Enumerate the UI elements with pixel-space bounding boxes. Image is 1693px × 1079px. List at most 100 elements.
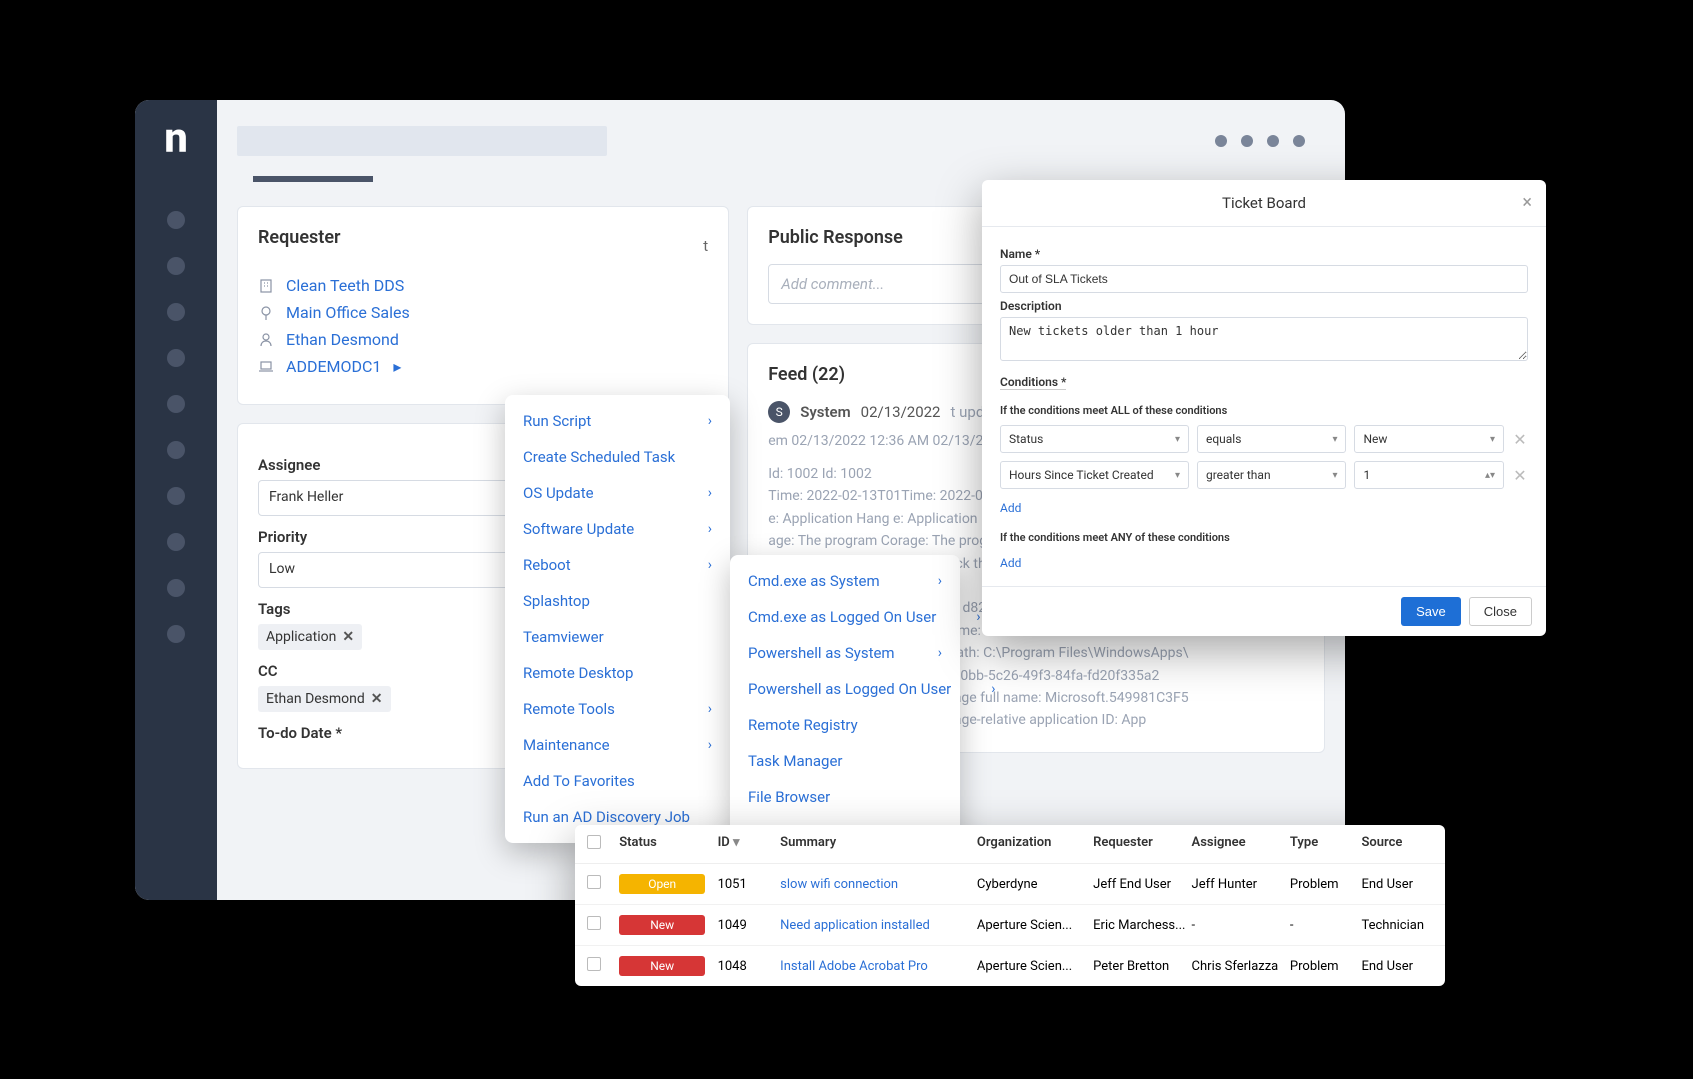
add-condition-any-link[interactable]: Add: [1000, 556, 1021, 570]
remove-icon[interactable]: ✕: [371, 691, 383, 707]
laptop-icon: [258, 359, 274, 375]
menu-item-label: Create Scheduled Task: [523, 448, 675, 466]
condition-val-select[interactable]: New ▾: [1354, 425, 1504, 453]
select-all-checkbox[interactable]: [587, 835, 601, 849]
description-input[interactable]: New tickets older than 1 hour: [1000, 317, 1528, 361]
menu-item-label: Splashtop: [523, 592, 590, 610]
chevron-right-icon: ›: [708, 737, 712, 753]
menu-item[interactable]: Teamviewer: [505, 619, 730, 655]
submenu-item[interactable]: File Browser: [730, 779, 960, 815]
cc-chip[interactable]: Ethan Desmond✕: [258, 686, 391, 712]
close-button[interactable]: Close: [1469, 597, 1532, 626]
menu-item[interactable]: Software Update›: [505, 511, 730, 547]
col-organization[interactable]: Organization: [977, 835, 1093, 853]
col-status[interactable]: Status: [619, 835, 717, 853]
nav-item[interactable]: [167, 211, 185, 229]
condition-val-input[interactable]: 1▴▾: [1354, 461, 1504, 489]
menu-item[interactable]: Splashtop: [505, 583, 730, 619]
condition-op-select[interactable]: greater than▾: [1197, 461, 1347, 489]
tag-chip[interactable]: Application✕: [258, 624, 362, 650]
menu-item-label: File Browser: [748, 788, 830, 806]
nav-item[interactable]: [167, 487, 185, 505]
menu-item[interactable]: Remote Tools›: [505, 691, 730, 727]
ticket-summary-link[interactable]: slow wifi connection: [780, 877, 977, 892]
feed-date: 02/13/2022: [861, 403, 941, 421]
row-checkbox[interactable]: [587, 957, 601, 971]
name-input[interactable]: [1000, 265, 1528, 293]
nav-item[interactable]: [167, 625, 185, 643]
chevron-right-icon: ›: [708, 701, 712, 717]
menu-item[interactable]: Add To Favorites: [505, 763, 730, 799]
stepper-icon[interactable]: ▴▾: [1485, 470, 1495, 481]
ticket-table: Status ID ▾ Summary Organization Request…: [575, 825, 1445, 986]
row-checkbox[interactable]: [587, 875, 601, 889]
submenu-item[interactable]: Remote Registry: [730, 707, 960, 743]
add-condition-link[interactable]: Add: [1000, 501, 1021, 515]
chevron-down-icon: ▾: [1490, 434, 1495, 445]
table-row[interactable]: Open 1051 slow wifi connection Cyberdyne…: [575, 864, 1445, 905]
col-id[interactable]: ID ▾: [718, 835, 781, 853]
menu-item[interactable]: Run Script›: [505, 403, 730, 439]
modal-header: Ticket Board ×: [982, 180, 1546, 227]
ticket-summary-link[interactable]: Install Adobe Acrobat Pro: [780, 959, 977, 974]
user-icon: [258, 332, 274, 348]
close-icon[interactable]: ×: [1522, 192, 1532, 213]
save-button[interactable]: Save: [1401, 597, 1461, 626]
conditions-label: Conditions *: [1000, 375, 1066, 390]
topbar-action[interactable]: [1267, 135, 1279, 147]
requester-device[interactable]: ADDEMODC1 ▸: [258, 357, 708, 376]
ticket-board-modal: Ticket Board × Name * Description New ti…: [982, 180, 1546, 636]
nav-item[interactable]: [167, 349, 185, 367]
nav-item[interactable]: [167, 579, 185, 597]
col-source[interactable]: Source: [1361, 835, 1433, 853]
submenu-item[interactable]: Cmd.exe as Logged On User›: [730, 599, 960, 635]
requester-org[interactable]: Clean Teeth DDS: [258, 276, 708, 295]
ticket-type: -: [1290, 918, 1362, 933]
row-checkbox[interactable]: [587, 916, 601, 930]
submenu-item[interactable]: Task Manager: [730, 743, 960, 779]
requester-user[interactable]: Ethan Desmond: [258, 330, 708, 349]
col-assignee[interactable]: Assignee: [1192, 835, 1290, 853]
topbar-action[interactable]: [1241, 135, 1253, 147]
topbar-action[interactable]: [1215, 135, 1227, 147]
table-row[interactable]: New 1048 Install Adobe Acrobat Pro Apert…: [575, 946, 1445, 986]
remove-icon[interactable]: ✕: [342, 629, 354, 645]
chevron-down-icon: ▾: [1175, 470, 1180, 481]
nav-item[interactable]: [167, 395, 185, 413]
col-summary[interactable]: Summary: [780, 835, 977, 853]
ticket-org: Aperture Scien...: [977, 959, 1093, 974]
menu-item[interactable]: OS Update›: [505, 475, 730, 511]
nav-item[interactable]: [167, 257, 185, 275]
condition-op-select[interactable]: equals▾: [1197, 425, 1347, 453]
ticket-assignee: -: [1192, 918, 1290, 933]
table-row[interactable]: New 1049 Need application installed Aper…: [575, 905, 1445, 946]
remove-condition-icon[interactable]: ✕: [1512, 430, 1528, 449]
col-type[interactable]: Type: [1290, 835, 1362, 853]
nav-item[interactable]: [167, 303, 185, 321]
remove-condition-icon[interactable]: ✕: [1512, 466, 1528, 485]
menu-item-label: Reboot: [523, 556, 571, 574]
condition-field-select[interactable]: Hours Since Ticket Created ▾: [1000, 461, 1189, 489]
status-pill: New: [619, 956, 705, 976]
topbar-action[interactable]: [1293, 135, 1305, 147]
col-requester[interactable]: Requester: [1093, 835, 1191, 853]
submenu-item[interactable]: Cmd.exe as System›: [730, 563, 960, 599]
submenu-item[interactable]: Powershell as System›: [730, 635, 960, 671]
menu-item[interactable]: Reboot›: [505, 547, 730, 583]
ticket-summary-link[interactable]: Need application installed: [780, 918, 977, 933]
menu-item-label: Powershell as Logged On User: [748, 680, 951, 698]
menu-item[interactable]: Remote Desktop: [505, 655, 730, 691]
play-icon[interactable]: ▸: [393, 357, 401, 376]
nav-item[interactable]: [167, 441, 185, 459]
search-placeholder[interactable]: [237, 126, 607, 156]
condition-field-select[interactable]: Status▾: [1000, 425, 1189, 453]
chevron-right-icon: ›: [938, 573, 942, 589]
nav-item[interactable]: [167, 533, 185, 551]
menu-item[interactable]: Maintenance›: [505, 727, 730, 763]
requester-location[interactable]: Main Office Sales: [258, 303, 708, 322]
select-value: New: [1363, 432, 1387, 446]
submenu-item[interactable]: Powershell as Logged On User›: [730, 671, 960, 707]
menu-item[interactable]: Create Scheduled Task: [505, 439, 730, 475]
select-value: Hours Since Ticket Created: [1009, 468, 1154, 482]
menu-item-label: Cmd.exe as Logged On User: [748, 608, 936, 626]
